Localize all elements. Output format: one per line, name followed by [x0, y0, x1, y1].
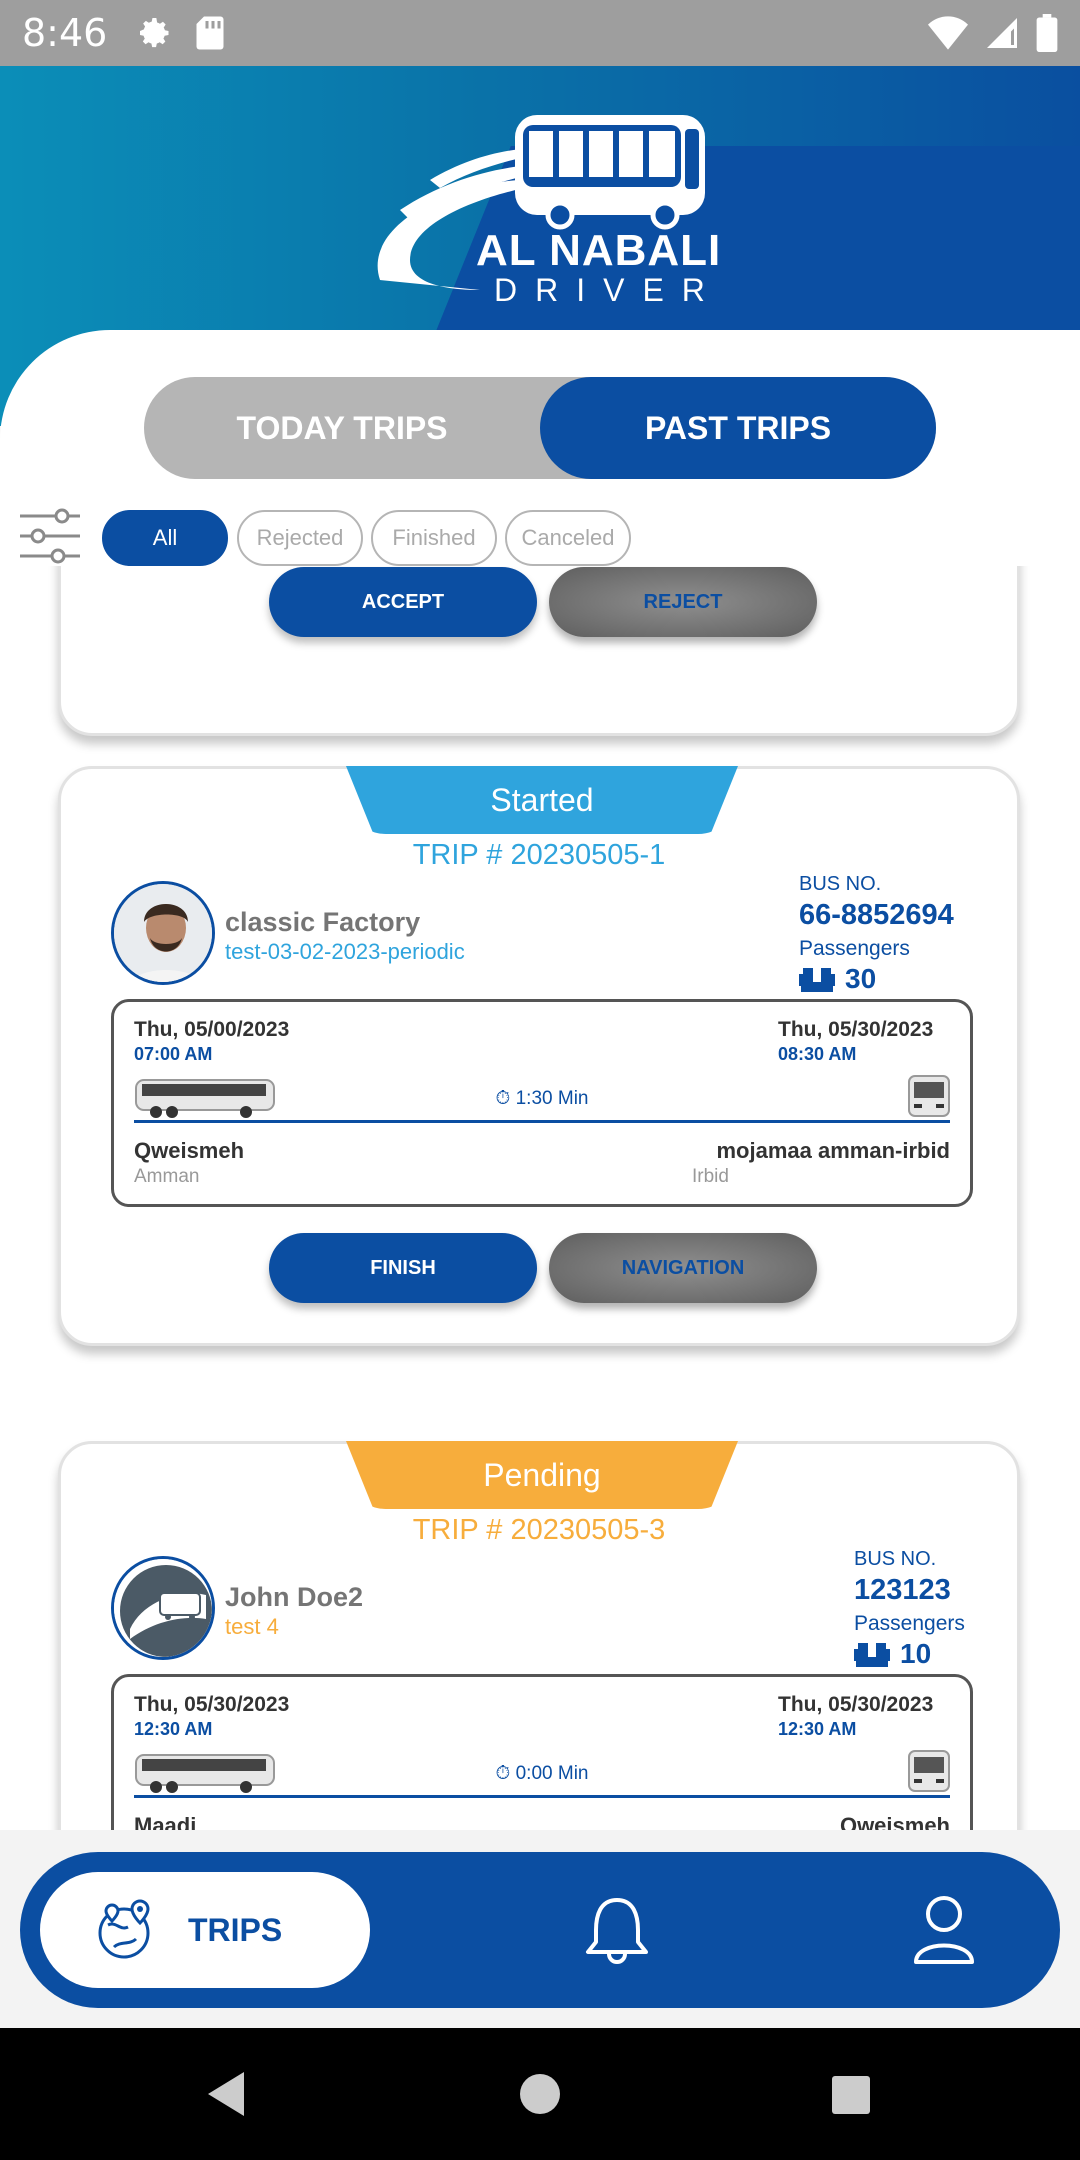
bus-number: 123123 — [854, 1574, 951, 1606]
nav-trips-button[interactable]: TRIPS — [40, 1872, 370, 1988]
recents-icon[interactable] — [830, 2074, 872, 2116]
client-name: classic Factory — [225, 907, 421, 937]
accept-button[interactable]: ACCEPT — [269, 567, 537, 637]
bus-number: 66-8852694 — [799, 899, 954, 931]
arrival-time: 12:30 AM — [778, 1719, 857, 1739]
status-badge: Pending — [346, 1441, 738, 1509]
client-name: John Doe2 — [225, 1582, 364, 1612]
navigation-button[interactable]: NAVIGATION — [549, 1233, 817, 1303]
route-box: Thu, 05/30/2023 12:30 AM Thu, 05/30/2023… — [111, 1674, 973, 1830]
filter-chip-finished[interactable]: Finished — [371, 510, 497, 566]
bell-icon[interactable] — [584, 1894, 650, 1966]
filter-chip-rejected[interactable]: Rejected — [237, 510, 363, 566]
departure-time: 12:30 AM — [134, 1719, 213, 1739]
bottom-nav: TRIPS — [20, 1852, 1060, 2008]
bus-label: BUS NO. — [799, 873, 882, 895]
signal-icon — [987, 18, 1017, 48]
route-line — [134, 1795, 950, 1798]
destination-place: mojamaa amman-irbid — [716, 1138, 950, 1163]
passenger-count-value: 10 — [900, 1638, 932, 1669]
brand-subtitle: DRIVER — [494, 272, 723, 308]
brand-title: AL NABALI — [476, 226, 722, 275]
status-bar: 8:46 — [0, 0, 1080, 66]
user-icon[interactable] — [912, 1894, 976, 1966]
tab-today-trips[interactable]: TODAY TRIPS — [144, 377, 540, 479]
passengers-label: Passengers — [799, 937, 910, 960]
filter-sliders-icon[interactable] — [20, 508, 80, 564]
arrival-date: Thu, 05/30/2023 — [778, 1693, 934, 1716]
stopwatch-icon: ⏱ — [495, 1088, 516, 1109]
status-badge: Started — [346, 766, 738, 834]
route-line — [134, 1120, 950, 1123]
client-subtitle: test 4 — [225, 1614, 279, 1639]
trip-list[interactable]: ACCEPT REJECT Started TRIP # 20230505-1 … — [0, 566, 1080, 1830]
nav-trips-label: TRIPS — [188, 1911, 283, 1948]
departure-time: 07:00 AM — [134, 1044, 213, 1064]
reject-button[interactable]: REJECT — [549, 567, 817, 637]
filter-chip-all[interactable]: All — [102, 510, 228, 566]
trip-card[interactable]: Pending TRIP # 20230505-3 John Doe2 test… — [58, 1441, 1020, 1830]
gear-icon — [140, 18, 169, 48]
origin-place: Maadi — [134, 1813, 197, 1830]
departure-date: Thu, 05/30/2023 — [134, 1693, 290, 1716]
arrival-time: 08:30 AM — [778, 1044, 857, 1064]
seat-icon — [854, 1643, 890, 1667]
avatar — [111, 1556, 215, 1660]
bus-front-icon — [908, 1075, 950, 1117]
trip-card: ACCEPT REJECT — [58, 566, 1020, 736]
client-subtitle: test-03-02-2023-periodic — [225, 939, 465, 964]
wifi-icon — [928, 16, 968, 50]
departure-date: Thu, 05/00/2023 — [134, 1018, 290, 1041]
bus-front-icon — [908, 1750, 950, 1792]
stopwatch-icon: ⏱ — [495, 1763, 516, 1784]
seat-icon — [799, 968, 835, 992]
home-icon[interactable] — [518, 2072, 562, 2116]
trip-card[interactable]: Started TRIP # 20230505-1 classic Factor… — [58, 766, 1020, 1346]
trip-duration: ⏱ 0:00 Min — [114, 1763, 970, 1785]
tab-past-trips[interactable]: PAST TRIPS — [540, 377, 936, 479]
origin-city: Amman — [134, 1166, 200, 1187]
finish-button[interactable]: FINISH — [269, 1233, 537, 1303]
trips-toggle: TODAY TRIPS PAST TRIPS — [144, 377, 936, 479]
arrival-date: Thu, 05/30/2023 — [778, 1018, 934, 1041]
passenger-count: 10 — [854, 1638, 931, 1670]
duration-value: 0:00 Min — [515, 1763, 589, 1784]
trips-icon — [98, 1899, 150, 1959]
battery-icon — [1036, 14, 1058, 52]
trip-number: TRIP # 20230505-3 — [412, 1514, 666, 1546]
trip-duration: ⏱ 1:30 Min — [114, 1088, 970, 1110]
bus-label: BUS NO. — [854, 1548, 937, 1570]
destination-place: Qweismeh — [839, 1813, 950, 1830]
status-time: 8:46 — [22, 11, 108, 55]
passenger-count: 30 — [799, 963, 876, 995]
origin-place: Qweismeh — [134, 1138, 245, 1163]
destination-city: Irbid — [692, 1166, 729, 1187]
duration-value: 1:30 Min — [515, 1088, 589, 1109]
passenger-count-value: 30 — [845, 963, 877, 994]
filter-chip-canceled[interactable]: Canceled — [505, 510, 631, 566]
avatar — [111, 881, 215, 985]
back-icon[interactable] — [204, 2070, 248, 2118]
route-box: Thu, 05/00/2023 07:00 AM Thu, 05/30/2023… — [111, 999, 973, 1207]
trip-number: TRIP # 20230505-1 — [412, 839, 666, 871]
sd-card-icon — [196, 16, 224, 50]
passengers-label: Passengers — [854, 1612, 965, 1635]
system-nav-bar — [0, 2028, 1080, 2160]
